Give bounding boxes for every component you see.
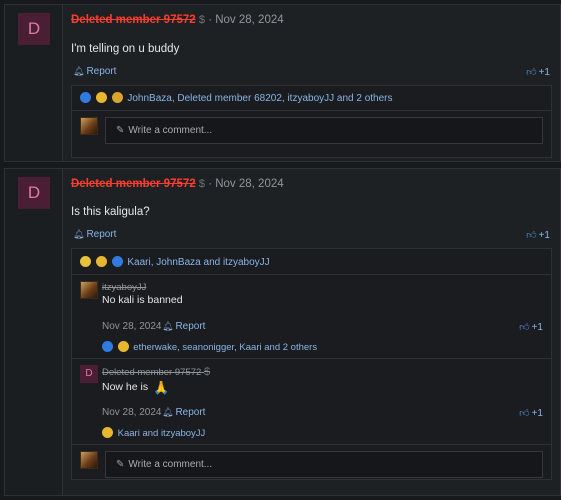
- current-user-avatar[interactable]: [80, 451, 98, 469]
- reactions-box: JohnBaza, Deleted member 68202, itzyaboy…: [71, 85, 552, 158]
- divider: [72, 274, 551, 275]
- divider: [72, 358, 551, 359]
- pencil-icon: ✎: [116, 125, 125, 136]
- report-link[interactable]: 🔔︎ Report: [73, 229, 116, 240]
- like-reaction-icon: [102, 341, 113, 352]
- reply-body: Now he is 🙏: [102, 380, 169, 396]
- reply-avatar[interactable]: D: [80, 365, 98, 383]
- comment-placeholder: Write a comment...: [128, 459, 213, 470]
- like-label: +1: [531, 322, 543, 333]
- comment-input[interactable]: ✎ Write a comment...: [105, 117, 543, 144]
- reply-text: Now he is: [102, 381, 149, 393]
- reactions-bar[interactable]: JohnBaza, Deleted member 68202, itzyaboy…: [80, 92, 393, 104]
- laugh-reaction-icon: [95, 256, 107, 267]
- bell-icon: 🔔︎: [73, 66, 85, 76]
- reply-date[interactable]: Nov 28, 2024: [102, 321, 162, 332]
- post-body: I'm telling on u buddy: [71, 43, 180, 55]
- like-button[interactable]: 👍︎ +1: [526, 66, 550, 78]
- post-header: Deleted member 97572 $ · Nov 28, 2024: [71, 178, 284, 190]
- laugh-reaction-icon: [95, 92, 107, 103]
- like-reaction-icon: [111, 256, 123, 267]
- report-label: Report: [175, 407, 206, 418]
- dollar-icon: $: [198, 14, 205, 26]
- praying-hands-icon: 🙏: [153, 380, 170, 395]
- like-button[interactable]: 👍︎ +1: [526, 229, 550, 241]
- post-date[interactable]: Nov 28, 2024: [215, 178, 283, 190]
- like-label: +1: [538, 67, 550, 78]
- laugh-reaction-icon: [102, 427, 113, 438]
- dollar-icon: $: [203, 366, 211, 378]
- reply-date[interactable]: Nov 28, 2024: [102, 407, 162, 418]
- wow-reaction-icon: [80, 256, 91, 267]
- divider: [72, 110, 551, 111]
- report-link[interactable]: 🔔︎ Report: [73, 66, 116, 77]
- avatar[interactable]: D: [18, 13, 50, 45]
- reactions-bar[interactable]: Kaari, JohnBaza and itzyaboyJJ: [80, 256, 270, 268]
- laugh-reaction-icon: [117, 341, 129, 352]
- reply-like-button[interactable]: 👍︎ +1: [519, 321, 543, 333]
- post-2: D Deleted member 97572 $ · Nov 28, 2024 …: [4, 168, 561, 496]
- like-label: +1: [531, 408, 543, 419]
- reply-author-name: Deleted member 97572: [102, 367, 202, 378]
- comment-input[interactable]: ✎ Write a comment...: [105, 451, 543, 478]
- author-name[interactable]: Deleted member 97572: [71, 14, 196, 26]
- reply-reactions-bar[interactable]: etherwake, seanonigger, Kaari and 2 othe…: [102, 341, 317, 353]
- post-body: Is this kaligula?: [71, 206, 150, 218]
- current-user-avatar[interactable]: [80, 117, 98, 135]
- date-separator: ·: [208, 14, 213, 26]
- reply-report-link[interactable]: 🔔︎ Report: [162, 407, 205, 418]
- reactions-list[interactable]: Kaari and itzyaboyJJ: [118, 428, 206, 439]
- thumbs-up-icon: 👍︎: [519, 408, 530, 419]
- reply-body: No kali is banned: [102, 294, 183, 306]
- reactions-list[interactable]: etherwake, seanonigger, Kaari and 2 othe…: [133, 342, 317, 353]
- bell-icon: 🔔︎: [162, 321, 174, 331]
- post-user-cell: D: [5, 169, 63, 495]
- reply-avatar[interactable]: [80, 281, 98, 299]
- report-label: Report: [86, 66, 117, 77]
- post-header: Deleted member 97572 $ · Nov 28, 2024: [71, 14, 284, 26]
- post-1: D Deleted member 97572 $ · Nov 28, 2024 …: [4, 4, 561, 162]
- thumbs-up-icon: 👍︎: [519, 322, 530, 333]
- reply-author[interactable]: itzyaboyJJ: [102, 282, 146, 293]
- post-date[interactable]: Nov 28, 2024: [215, 14, 283, 26]
- comment-placeholder: Write a comment...: [128, 125, 213, 136]
- like-reaction-icon: [80, 92, 91, 103]
- reply-reactions-bar[interactable]: Kaari and itzyaboyJJ: [102, 427, 205, 439]
- reply-report-link[interactable]: 🔔︎ Report: [162, 321, 205, 332]
- reactions-box: Kaari, JohnBaza and itzyaboyJJ itzyaboyJ…: [71, 248, 552, 480]
- reply-author[interactable]: Deleted member 97572 $: [102, 366, 210, 378]
- report-label: Report: [86, 229, 117, 240]
- divider: [72, 444, 551, 445]
- thumbs-up-icon: 👍︎: [526, 230, 537, 241]
- pencil-icon: ✎: [116, 459, 125, 470]
- author-name[interactable]: Deleted member 97572: [71, 178, 196, 190]
- like-label: +1: [538, 230, 550, 241]
- avatar[interactable]: D: [18, 177, 50, 209]
- post-user-cell: D: [5, 5, 63, 161]
- confused-reaction-icon: [111, 92, 123, 103]
- reactions-list[interactable]: JohnBaza, Deleted member 68202, itzyaboy…: [127, 93, 392, 104]
- thumbs-up-icon: 👍︎: [526, 67, 537, 78]
- bell-icon: 🔔︎: [73, 229, 85, 239]
- dollar-icon: $: [198, 178, 205, 190]
- date-separator: ·: [208, 178, 213, 190]
- bell-icon: 🔔︎: [162, 407, 174, 417]
- report-label: Report: [175, 321, 206, 332]
- reply-like-button[interactable]: 👍︎ +1: [519, 407, 543, 419]
- reactions-list[interactable]: Kaari, JohnBaza and itzyaboyJJ: [127, 257, 269, 268]
